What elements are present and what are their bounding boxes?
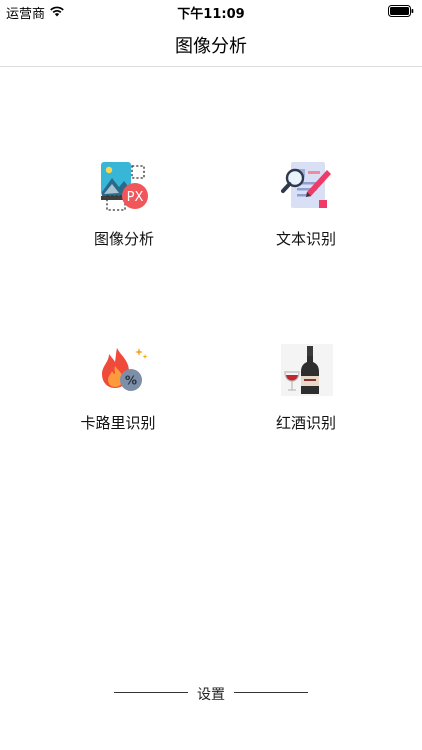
navigation-bar: 图像分析 <box>0 22 422 67</box>
settings-divider-right <box>234 692 308 693</box>
image-analysis-label: 图像分析 <box>93 230 154 248</box>
text-recognition-tile[interactable]: 文本识别 <box>226 160 386 280</box>
settings-label: 设置 <box>197 687 225 703</box>
text-recognition-label: 文本识别 <box>275 230 336 248</box>
page-title: 图像分析 <box>175 36 247 57</box>
image-px-icon: PX <box>101 162 148 211</box>
image-analysis-tile[interactable]: PX 图像分析 <box>44 160 204 280</box>
calorie-recognition-tile[interactable]: % 卡路里识别 <box>38 344 198 464</box>
calorie-flame-icon: % <box>102 348 148 391</box>
svg-text:%: % <box>125 374 137 388</box>
app-screen: 运营商 下午11:09 图像分析 PX 图像分析 文本识别 % 卡路里识别 红酒… <box>0 0 422 750</box>
calorie-recognition-label: 卡路里识别 <box>80 414 156 432</box>
status-time: 下午11:09 <box>177 7 245 22</box>
document-search-icon <box>281 162 331 208</box>
settings-button[interactable]: 设置 <box>0 682 422 704</box>
wine-recognition-label: 红酒识别 <box>275 414 336 432</box>
status-bar: 运营商 下午11:09 <box>0 0 422 22</box>
wine-recognition-tile[interactable]: 红酒识别 <box>226 344 386 464</box>
battery-icon <box>388 5 414 17</box>
wine-bottle-icon <box>281 344 333 396</box>
svg-text:PX: PX <box>127 190 144 205</box>
